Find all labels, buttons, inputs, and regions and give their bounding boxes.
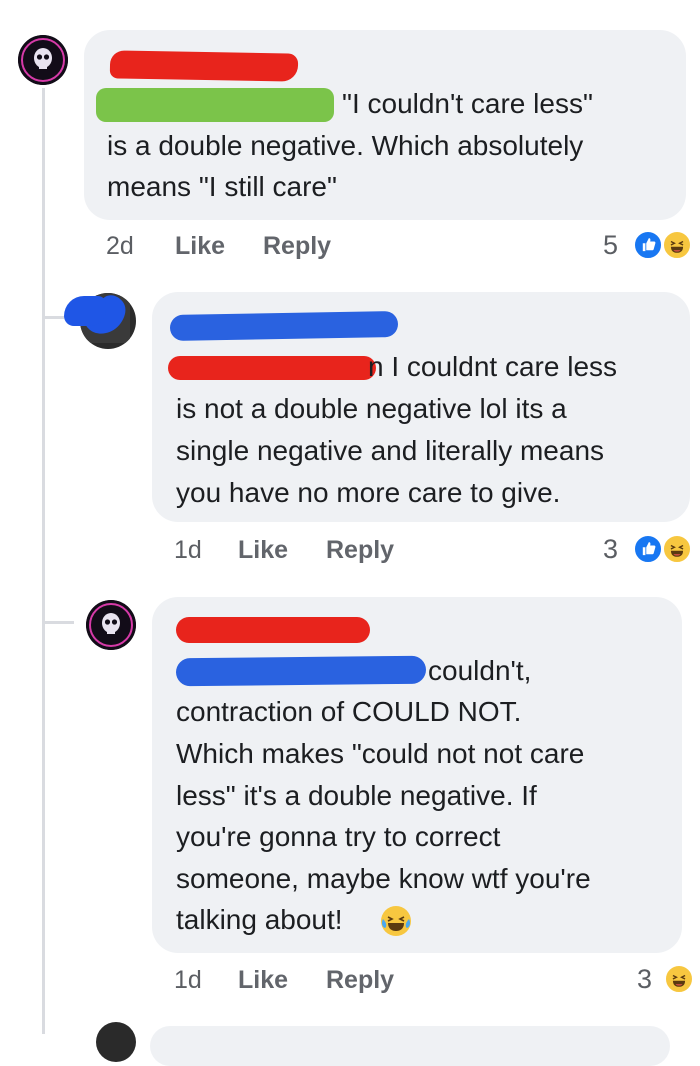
thread-branch bbox=[42, 278, 45, 318]
reaction-count[interactable]: 3 bbox=[637, 964, 652, 995]
like-button[interactable]: Like bbox=[238, 536, 288, 565]
like-icon bbox=[633, 534, 663, 564]
comment-text-line: n I couldnt care less bbox=[368, 351, 618, 382]
like-button[interactable]: Like bbox=[175, 232, 225, 261]
like-button[interactable]: Like bbox=[238, 966, 288, 995]
redacted-name bbox=[176, 617, 370, 643]
comment-text-line: less" it's a double negative. If bbox=[176, 780, 537, 811]
comment-actions: 1d Like Reply bbox=[0, 966, 700, 998]
comment-bubble bbox=[150, 1026, 670, 1066]
comment-text-line: you're gonna try to correct bbox=[176, 821, 501, 852]
comment-actions: 2d Like Reply bbox=[0, 232, 700, 264]
comment-text-line: means "I still care" bbox=[107, 171, 337, 202]
redacted-name bbox=[175, 655, 427, 687]
thread-branch-horizontal bbox=[44, 621, 74, 624]
comment-actions: 1d Like Reply bbox=[0, 536, 700, 568]
comment-text-line: single negative and literally means bbox=[176, 435, 605, 466]
avatar[interactable] bbox=[96, 1022, 136, 1062]
reply-button[interactable]: Reply bbox=[263, 232, 331, 261]
comment-text-line: is not a double negative lol its a bbox=[176, 393, 567, 424]
redacted-name bbox=[169, 311, 399, 341]
avatar[interactable] bbox=[86, 600, 136, 650]
reply-button[interactable]: Reply bbox=[326, 966, 394, 995]
haha-icon bbox=[662, 534, 692, 564]
redacted-avatar-scribble bbox=[64, 296, 106, 326]
thread-branch-horizontal bbox=[44, 316, 64, 319]
comment-timestamp: 1d bbox=[174, 966, 202, 994]
comment-timestamp: 1d bbox=[174, 536, 202, 564]
avatar[interactable] bbox=[18, 35, 68, 85]
comment-text-line: you have no more care to give. bbox=[176, 477, 561, 508]
reaction-count[interactable]: 5 bbox=[603, 230, 618, 261]
redacted-name bbox=[168, 356, 376, 380]
skull-avatar-icon bbox=[86, 600, 136, 650]
reaction-count[interactable]: 3 bbox=[603, 534, 618, 565]
reply-button[interactable]: Reply bbox=[326, 536, 394, 565]
haha-icon bbox=[664, 964, 694, 994]
haha-icon bbox=[662, 230, 692, 260]
skull-avatar-icon bbox=[18, 35, 68, 85]
tears-of-joy-emoji bbox=[380, 905, 412, 937]
like-icon bbox=[633, 230, 663, 260]
redacted-name bbox=[109, 50, 299, 82]
redacted-name bbox=[96, 88, 334, 122]
comment-text-line: contraction of COULD NOT. bbox=[176, 696, 522, 727]
comment-text-line: is a double negative. Which absolutely bbox=[107, 130, 584, 161]
comment-text-line: someone, maybe know wtf you're bbox=[176, 863, 591, 894]
comment-timestamp: 2d bbox=[106, 232, 134, 260]
comment-text-line: "I couldn't care less" bbox=[342, 88, 593, 119]
comment-text-line: talking about! bbox=[176, 904, 343, 935]
comment-text-line: couldn't, bbox=[428, 655, 532, 686]
comment-text-line: Which makes "could not not care bbox=[176, 738, 585, 769]
